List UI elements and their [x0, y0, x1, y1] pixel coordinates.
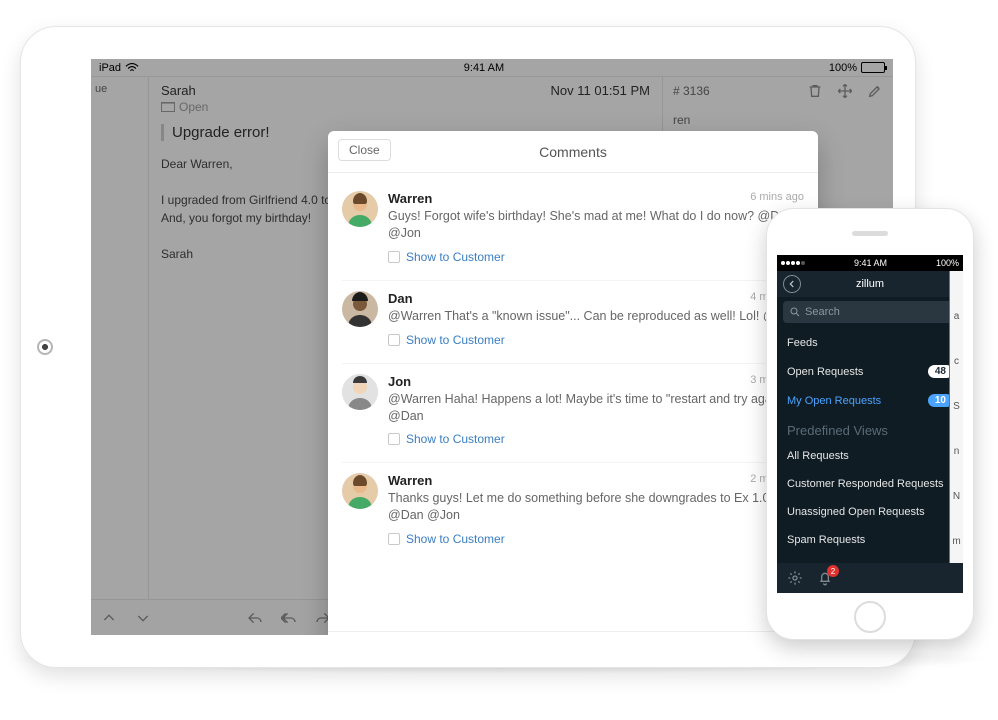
menu-my-open-requests[interactable]: My Open Requests 10	[777, 386, 963, 415]
signal-icon	[781, 261, 805, 265]
show-to-customer-checkbox[interactable]	[388, 533, 400, 545]
predef-item[interactable]: All Requests	[777, 442, 963, 470]
device-label: iPad	[99, 62, 121, 74]
predef-label: Spam Requests	[787, 534, 865, 546]
comment-text: @Warren Haha! Happens a lot! Maybe it's …	[388, 391, 804, 425]
avatar	[342, 473, 378, 509]
left-item-fragment: ue	[95, 83, 107, 95]
menu-my-open-label: My Open Requests	[787, 395, 881, 407]
iphone-speaker	[852, 231, 888, 236]
ipad-home-button[interactable]	[37, 339, 53, 355]
reply-icon[interactable]	[247, 610, 263, 626]
avatar	[342, 291, 378, 327]
delete-icon[interactable]	[807, 83, 823, 99]
battery-pct: 100%	[829, 62, 857, 74]
mail-icon	[161, 102, 175, 112]
search-input[interactable]: Search	[783, 301, 957, 323]
battery-icon	[861, 62, 885, 73]
comment-author: Jon	[388, 374, 411, 389]
show-to-customer-checkbox[interactable]	[388, 334, 400, 346]
show-to-customer-label[interactable]: Show to Customer	[406, 532, 505, 546]
comment-time: 6 mins ago	[750, 191, 804, 206]
predef-label: Unassigned Open Requests	[787, 506, 925, 518]
show-to-customer-label[interactable]: Show to Customer	[406, 250, 505, 264]
comment-row: Jon3 mins ago@Warren Haha! Happens a lot…	[342, 364, 804, 464]
iphone-titlebar: zillum	[777, 271, 963, 297]
predef-item[interactable]: Unassigned Open Requests	[777, 498, 963, 526]
iphone-home-button[interactable]	[854, 601, 886, 633]
ipad-status-bar: iPad 9:41 AM 100%	[91, 59, 893, 77]
show-to-customer-label[interactable]: Show to Customer	[406, 432, 505, 446]
edit-icon[interactable]	[867, 83, 883, 99]
iphone-device: 9:41 AM 100% zillum Search Feeds Open Re…	[766, 208, 974, 640]
comment-row: Warren 6 mins ago Guys! Forgot wife's birt…	[342, 181, 804, 281]
back-icon[interactable]	[783, 275, 801, 293]
left-rail[interactable]: ue	[91, 77, 149, 599]
reply-all-icon[interactable]	[281, 610, 297, 626]
bell-icon[interactable]: 2	[817, 570, 833, 586]
chevron-down-icon[interactable]	[135, 610, 151, 626]
content-peek: acSnNmmm	[949, 271, 963, 563]
avatar	[342, 374, 378, 410]
iphone-status-bar: 9:41 AM 100%	[777, 255, 963, 271]
search-placeholder: Search	[805, 306, 840, 318]
ticket-datetime: Nov 11 01:51 PM	[551, 83, 650, 98]
search-icon	[789, 306, 801, 318]
comment-text: Thanks guys! Let me do something before …	[388, 490, 804, 524]
notif-badge: 2	[827, 565, 839, 577]
predef-item[interactable]: Spam Requests	[777, 526, 963, 554]
comment-text: @Warren That's a "known issue"... Can be…	[388, 308, 804, 325]
predef-label: All Requests	[787, 450, 849, 462]
predef-item[interactable]: Customer Responded Requests	[777, 470, 963, 498]
iphone-clock: 9:41 AM	[854, 258, 887, 268]
iphone-footer: 2	[777, 563, 963, 593]
close-button[interactable]: Close	[338, 139, 391, 161]
iphone-battery: 100%	[936, 258, 959, 268]
ticket-status: Open	[179, 100, 208, 114]
clock: 9:41 AM	[464, 62, 504, 74]
comments-modal: Close Comments Warren 6 mins ago Guys! For…	[328, 131, 818, 635]
chevron-up-icon[interactable]	[101, 610, 117, 626]
menu-feeds-label: Feeds	[787, 337, 818, 349]
modal-title: Comments	[539, 144, 607, 160]
comment-row: Dan4 mins ago@Warren That's a "known iss…	[342, 281, 804, 364]
show-to-customer-checkbox[interactable]	[388, 251, 400, 263]
wifi-icon	[125, 63, 139, 73]
show-to-customer-label[interactable]: Show to Customer	[406, 333, 505, 347]
ticket-sender: Sarah	[161, 83, 196, 98]
predef-label: Customer Responded Requests	[787, 478, 944, 490]
comment-row: Warren2 mins agoThanks guys! Let me do s…	[342, 463, 804, 562]
comment-text: Guys! Forgot wife's birthday! She's mad …	[388, 208, 804, 242]
predefined-views-header: Predefined Views	[777, 415, 963, 442]
menu-open-requests-label: Open Requests	[787, 366, 863, 378]
move-icon[interactable]	[837, 83, 853, 99]
gear-icon[interactable]	[787, 570, 803, 586]
menu-open-requests[interactable]: Open Requests 48	[777, 357, 963, 386]
comment-author: Warren	[388, 191, 432, 206]
avatar	[342, 191, 378, 227]
ticket-id: # 3136	[673, 84, 710, 98]
iphone-title: zillum	[856, 278, 884, 290]
owner-value: ren	[673, 113, 883, 127]
menu-feeds[interactable]: Feeds	[777, 329, 963, 357]
comment-author: Warren	[388, 473, 432, 488]
show-to-customer-checkbox[interactable]	[388, 433, 400, 445]
comment-author: Dan	[388, 291, 413, 306]
